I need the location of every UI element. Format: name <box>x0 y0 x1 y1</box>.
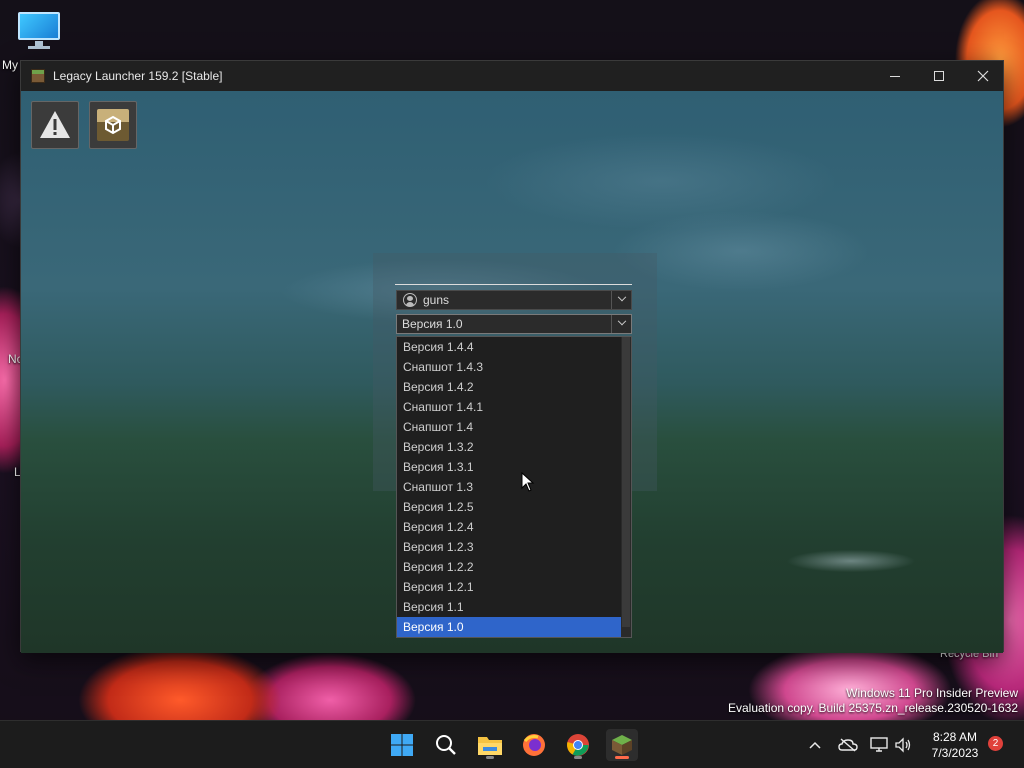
taskbar: 8:28 AM 7/3/2023 <box>0 720 1024 768</box>
version-dropdown-arrow[interactable] <box>611 315 631 333</box>
version-option[interactable]: Снапшот 1.4.1 <box>397 397 622 417</box>
desktop-icon-label-my[interactable]: My <box>2 58 18 72</box>
chevron-down-icon <box>617 292 626 302</box>
version-option[interactable]: Снапшот 1.3 <box>397 477 622 497</box>
active-indicator <box>615 756 629 759</box>
search-button[interactable] <box>430 729 462 761</box>
warning-icon <box>40 111 70 138</box>
network-icon <box>870 737 888 752</box>
panel-divider <box>395 284 632 285</box>
clock-date: 7/3/2023 <box>931 746 979 760</box>
version-selected-value: Версия 1.0 <box>402 317 463 331</box>
version-option-selected[interactable]: Версия 1.0 <box>397 617 622 637</box>
windows-watermark-line1: Windows 11 Pro Insider Preview <box>846 686 1018 700</box>
maximize-button[interactable] <box>917 61 961 91</box>
this-pc-desktop-icon[interactable] <box>18 10 62 50</box>
account-selector[interactable]: guns <box>396 290 632 310</box>
version-option[interactable]: Версия 1.2.3 <box>397 537 622 557</box>
cloud-offline-icon <box>838 738 858 752</box>
system-clock[interactable]: 8:28 AM 7/3/2023 <box>920 729 990 761</box>
scrollbar-thumb[interactable] <box>622 337 630 627</box>
version-option[interactable]: Снапшот 1.4 <box>397 417 622 437</box>
onedrive-status[interactable] <box>836 721 860 768</box>
file-explorer-button[interactable] <box>474 729 506 761</box>
mouse-cursor-icon <box>521 472 535 492</box>
modpack-button[interactable] <box>89 101 137 149</box>
search-icon <box>436 735 456 755</box>
windows-start-icon <box>391 734 413 756</box>
account-username: guns <box>423 293 450 307</box>
volume-control[interactable] <box>892 721 914 768</box>
package-icon <box>97 109 129 141</box>
windows-watermark-line2: Evaluation copy. Build 25375.zn_release.… <box>728 701 1018 715</box>
clock-time: 8:28 AM <box>932 730 978 744</box>
version-option[interactable]: Версия 1.4.2 <box>397 377 622 397</box>
version-option[interactable]: Версия 1.2.5 <box>397 497 622 517</box>
minimize-icon <box>890 75 900 77</box>
title-bar[interactable]: Legacy Launcher 159.2 [Stable] <box>21 61 1003 91</box>
version-option[interactable]: Версия 1.2.2 <box>397 557 622 577</box>
legacy-launcher-taskbar-button[interactable] <box>606 729 638 761</box>
user-icon <box>403 293 417 307</box>
network-status[interactable] <box>868 721 890 768</box>
firefox-button[interactable] <box>518 729 550 761</box>
version-selector[interactable]: Версия 1.0 <box>396 314 632 334</box>
maximize-icon <box>934 71 944 81</box>
firefox-icon <box>523 734 545 756</box>
running-indicator <box>574 756 582 759</box>
legacy-launcher-window: Legacy Launcher 159.2 [Stable] guns Верс… <box>20 60 1004 653</box>
chevron-down-icon <box>617 316 626 326</box>
version-option[interactable]: Версия 1.2.1 <box>397 577 622 597</box>
chrome-icon <box>567 734 589 756</box>
version-option[interactable]: Версия 1.4.4 <box>397 337 622 357</box>
dropdown-scrollbar[interactable] <box>621 337 631 637</box>
version-option[interactable]: Снапшот 1.4.3 <box>397 357 622 377</box>
close-icon <box>977 70 989 82</box>
start-button[interactable] <box>386 729 418 761</box>
version-option[interactable]: Версия 1.3.2 <box>397 437 622 457</box>
notification-badge[interactable]: 2 <box>988 736 1003 751</box>
launcher-background: guns Версия 1.0 Версия 1.4.4 Снапшот 1.4… <box>21 91 1003 653</box>
file-explorer-icon <box>478 737 502 755</box>
close-button[interactable] <box>961 61 1005 91</box>
version-option[interactable]: Версия 1.2.4 <box>397 517 622 537</box>
version-dropdown-list[interactable]: Версия 1.4.4 Снапшот 1.4.3 Версия 1.4.2 … <box>396 336 632 638</box>
legacy-launcher-icon <box>612 735 632 755</box>
grass-block-icon <box>31 69 45 83</box>
account-dropdown-arrow[interactable] <box>611 291 631 309</box>
warning-button[interactable] <box>31 101 79 149</box>
running-indicator <box>486 756 494 759</box>
chevron-up-icon <box>809 741 821 749</box>
chrome-button[interactable] <box>562 729 594 761</box>
window-title: Legacy Launcher 159.2 [Stable] <box>53 69 223 83</box>
minimize-button[interactable] <box>873 61 917 91</box>
version-option[interactable]: Версия 1.3.1 <box>397 457 622 477</box>
show-hidden-icons-button[interactable] <box>804 721 826 768</box>
version-option[interactable]: Версия 1.1 <box>397 597 622 617</box>
volume-icon <box>895 737 911 753</box>
